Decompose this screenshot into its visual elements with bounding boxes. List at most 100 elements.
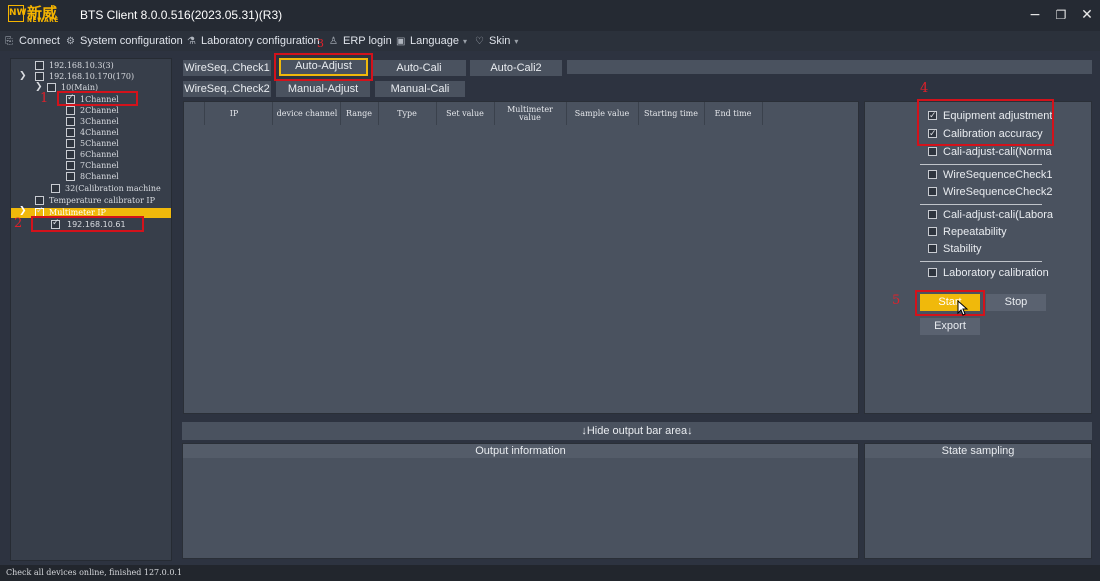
annotation-number-3: 3 <box>317 37 324 50</box>
language-icon: ▣ <box>396 36 406 47</box>
column-header-end-time[interactable]: End time <box>706 102 760 125</box>
option-label: Repeatability <box>943 226 1007 238</box>
options-panel: Equipment adjustment Calibration accurac… <box>864 81 1092 414</box>
menu-skin[interactable]: ♡ Skin ▾ <box>475 33 518 49</box>
tree-checkbox[interactable] <box>47 83 56 92</box>
output-information-header: Output information <box>183 444 858 458</box>
column-header-device-channel[interactable]: device channel <box>274 102 340 125</box>
column-header-starting-time[interactable]: Starting time <box>640 102 702 125</box>
mouse-cursor-icon <box>957 300 969 316</box>
tree-checkbox[interactable] <box>66 106 75 115</box>
menu-system-configuration[interactable]: ⚙ System configuration <box>66 33 183 49</box>
tab-wireseq-check2[interactable]: WireSeq..Check2 <box>183 81 271 97</box>
option-label: WireSequenceCheck1 <box>943 169 1053 181</box>
shirt-icon: ♡ <box>475 36 484 47</box>
column-separator <box>272 102 273 125</box>
close-button[interactable]: ✕ <box>1076 4 1098 26</box>
status-bar: Check all devices online, finished 127.0… <box>0 565 1100 581</box>
restore-button[interactable]: ❐ <box>1050 4 1072 26</box>
tree-checkbox[interactable] <box>35 196 44 205</box>
tab-auto-cali2[interactable]: Auto-Cali2 <box>470 60 562 76</box>
tree-checkbox[interactable] <box>66 172 75 181</box>
window-title: BTS Client 8.0.0.516(2023.05.31)(R3) <box>80 8 283 22</box>
tree-node-label: 4Channel <box>80 128 119 137</box>
option-label: Cali-adjust-cali(Labora <box>943 209 1054 221</box>
menu-bar: ⎘ Connect ⚙ System configuration ⚗ Laborato… <box>0 31 1100 51</box>
tree-node-label: 192.168.10.170(170) <box>49 72 135 81</box>
menu-laboratory-configuration-label: Laboratory configuration <box>201 35 320 47</box>
option-label: Laboratory calibration <box>943 267 1049 279</box>
tab-manual-adjust[interactable]: Manual-Adjust <box>276 81 370 97</box>
tab-strip-filler <box>567 60 1092 74</box>
checkbox[interactable] <box>928 227 937 236</box>
menu-connect[interactable]: ⎘ Connect <box>5 33 60 49</box>
column-header-type[interactable]: Type <box>380 102 434 125</box>
checkbox[interactable] <box>928 268 937 277</box>
menu-laboratory-configuration[interactable]: ⚗ Laboratory configuration <box>187 33 320 49</box>
annotation-number-2: 2 <box>14 216 23 231</box>
menu-language[interactable]: ▣ Language ▾ <box>396 33 467 49</box>
column-separator <box>378 102 379 125</box>
tree-node-label: 6Channel <box>80 150 119 159</box>
tree-node-label: 8Channel <box>80 172 119 181</box>
tree-node-label: 32(Calibration machine <box>65 184 161 193</box>
menu-system-configuration-label: System configuration <box>80 35 183 47</box>
menu-erp-login[interactable]: ♙ ERP login <box>329 33 392 49</box>
minimize-button[interactable]: − <box>1024 4 1046 26</box>
checkbox[interactable] <box>928 147 937 156</box>
column-separator <box>436 102 437 125</box>
column-header-ip[interactable]: IP <box>206 102 262 125</box>
column-header-multimeter-value[interactable]: Multimeter value <box>496 102 564 125</box>
tree-checkbox[interactable] <box>66 150 75 159</box>
checkbox[interactable] <box>928 170 937 179</box>
tab-manual-cali[interactable]: Manual-Cali <box>375 81 465 97</box>
calibration-grid: IP device channel Range Type Set value M… <box>183 101 859 414</box>
tree-node-label: 3Channel <box>80 117 119 126</box>
column-separator <box>340 102 341 125</box>
menu-erp-login-label: ERP login <box>343 35 392 47</box>
column-separator <box>494 102 495 125</box>
tree-node-label: 7Channel <box>80 161 119 170</box>
output-information-panel: Output information <box>182 443 859 559</box>
column-separator <box>638 102 639 125</box>
column-header-sample-value[interactable]: Sample value <box>568 102 636 125</box>
tree-checkbox[interactable] <box>66 139 75 148</box>
checkbox[interactable] <box>928 210 937 219</box>
chevron-down-icon[interactable]: ❯ <box>19 71 27 82</box>
checkbox[interactable] <box>928 187 937 196</box>
checkbox[interactable] <box>928 244 937 253</box>
chevron-down-icon: ▾ <box>462 37 467 46</box>
tree-checkbox[interactable] <box>35 72 44 81</box>
column-separator <box>704 102 705 125</box>
divider <box>920 204 1042 205</box>
tree-checkbox[interactable] <box>35 61 44 70</box>
tab-wireseq-check1[interactable]: WireSeq..Check1 <box>183 60 271 76</box>
title-bar: NW 新威 NEWARE BTS Client 8.0.0.516(2023.0… <box>0 0 1100 31</box>
tree-checkbox[interactable] <box>51 184 60 193</box>
tree-checkbox[interactable] <box>66 128 75 137</box>
annotation-number-1: 1 <box>40 91 49 106</box>
gear-icon: ⚙ <box>66 36 75 47</box>
tree-node-label: 192.168.10.3(3) <box>49 61 114 70</box>
annotation-number-4: 4 <box>920 81 929 96</box>
export-button[interactable]: Export <box>920 318 980 335</box>
stop-button[interactable]: Stop <box>986 294 1046 311</box>
column-header-set-value[interactable]: Set value <box>438 102 492 125</box>
annotation-highlight-5 <box>915 290 985 316</box>
divider <box>920 261 1042 262</box>
column-separator <box>204 102 205 125</box>
logo-english-text: NEWARE <box>27 17 59 24</box>
state-sampling-panel: State sampling <box>864 443 1092 559</box>
user-icon: ♙ <box>329 36 338 47</box>
neware-logo: NW 新威 NEWARE <box>8 4 68 26</box>
annotation-number-5: 5 <box>892 293 901 308</box>
annotation-highlight-1 <box>57 91 138 106</box>
column-header-range[interactable]: Range <box>342 102 376 125</box>
tree-checkbox[interactable] <box>66 161 75 170</box>
tree-checkbox[interactable] <box>66 117 75 126</box>
annotation-highlight-3 <box>274 53 373 81</box>
divider <box>920 164 1042 165</box>
option-label: Stability <box>943 243 982 255</box>
tab-auto-cali[interactable]: Auto-Cali <box>372 60 466 76</box>
hide-output-bar-toggle[interactable]: ↓Hide output bar area↓ <box>182 422 1092 440</box>
